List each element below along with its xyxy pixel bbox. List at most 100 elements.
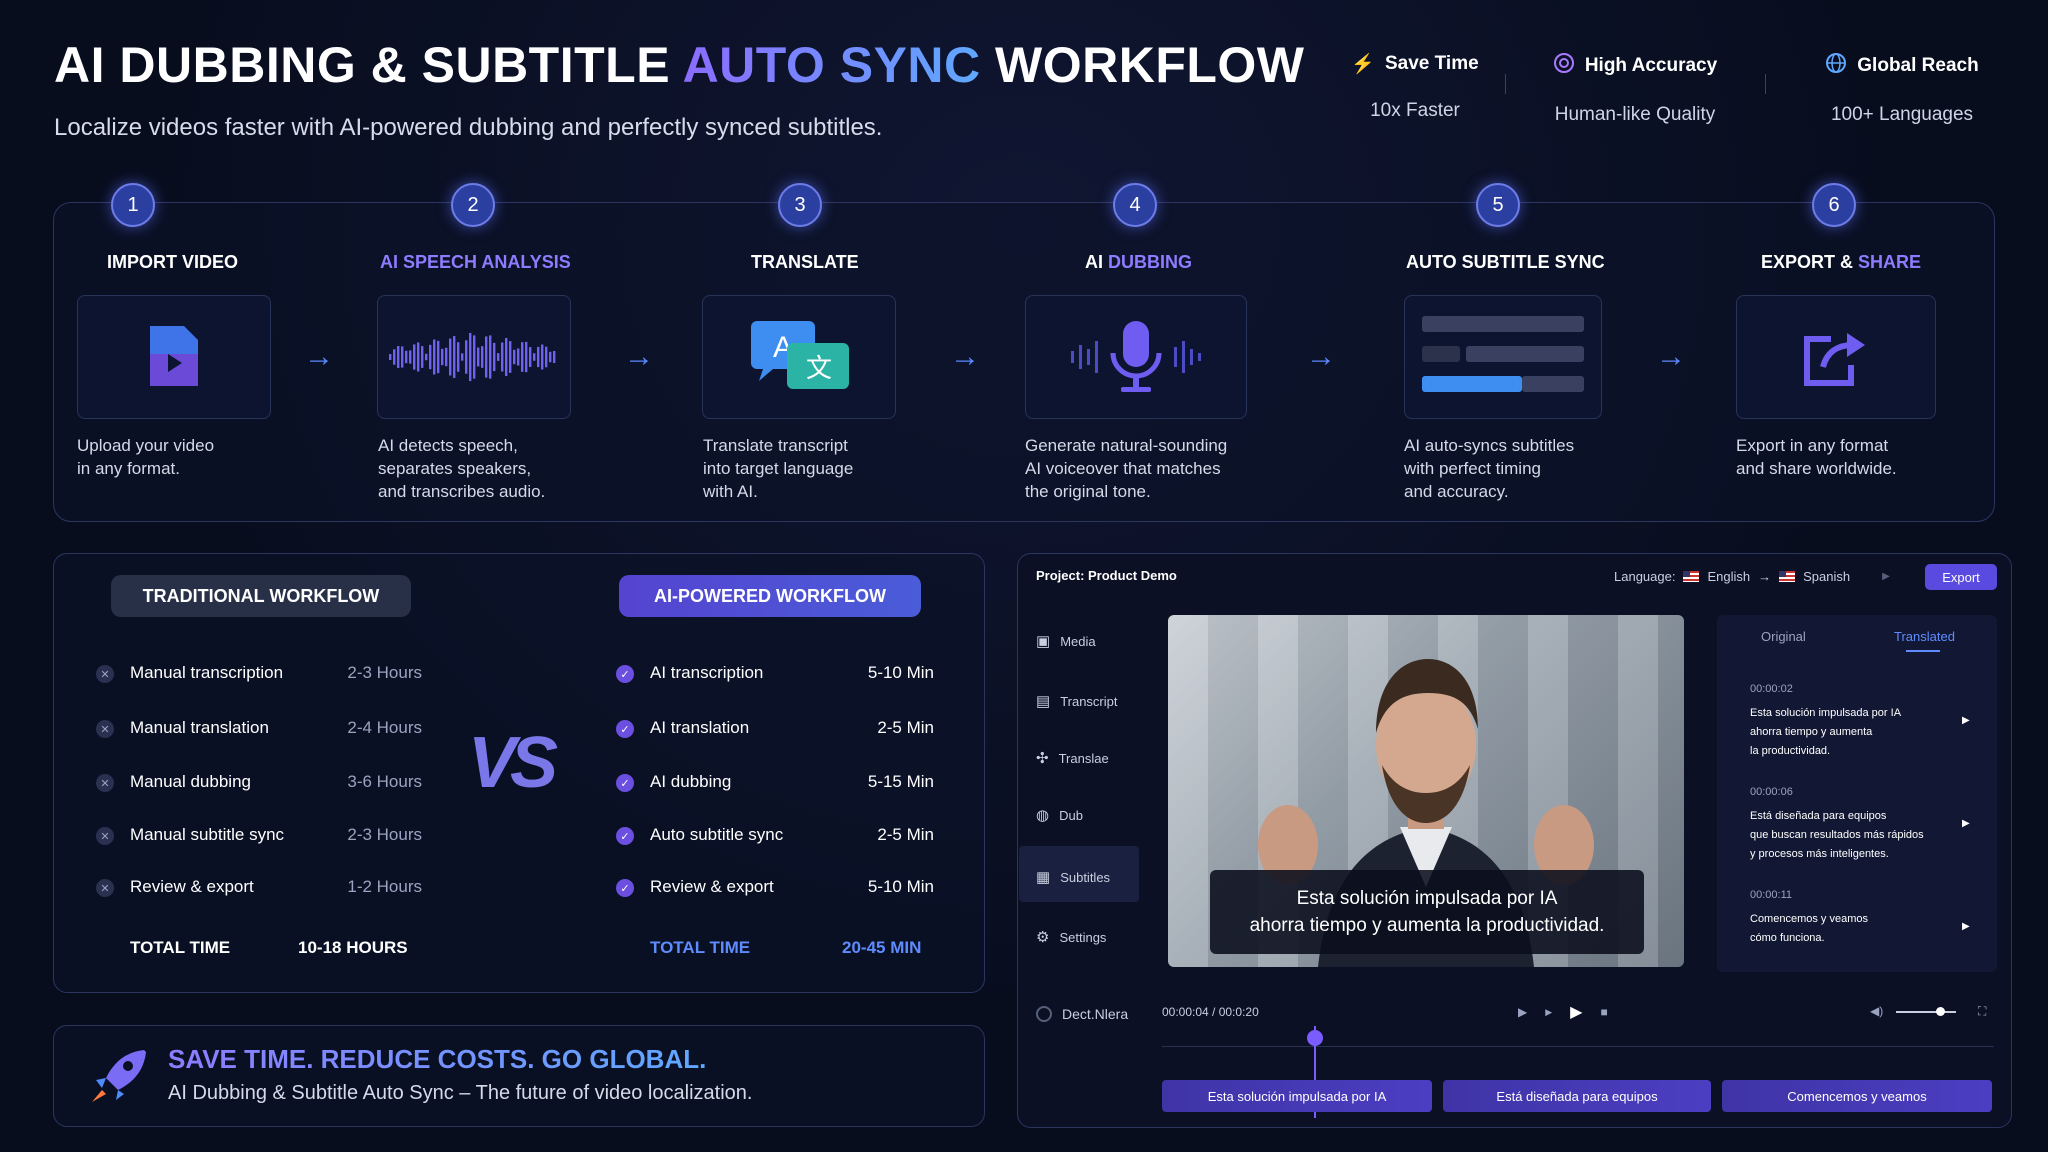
segment-play-icon[interactable]: ▶ bbox=[1962, 921, 1970, 932]
timecode: 00:00:04 / 00:0:20 bbox=[1162, 1005, 1259, 1019]
tab-underline bbox=[1906, 650, 1940, 652]
check-icon: ✓ bbox=[616, 879, 634, 897]
step-desc-5: AI auto-syncs subtitles with perfect tim… bbox=[1404, 436, 1575, 501]
arrow-right-icon: → bbox=[1656, 340, 1686, 373]
step-number-1: 1 bbox=[111, 183, 155, 227]
share-icon bbox=[1804, 333, 1865, 386]
sidebar-item-dub[interactable]: ◍ Dub bbox=[1036, 806, 1083, 824]
page-subtitle: Localize videos faster with AI-powered d… bbox=[54, 114, 883, 141]
ai-duration: 5-10 Min bbox=[867, 877, 934, 896]
cta-subtext: AI Dubbing & Subtitle Auto Sync – The fu… bbox=[168, 1082, 753, 1104]
ai-duration: 5-15 Min bbox=[867, 772, 934, 791]
video-preview[interactable]: Esta solución impulsada por IA ahorra ti… bbox=[1168, 615, 1684, 967]
traditional-duration: 3-6 Hours bbox=[347, 772, 422, 791]
video-file-icon bbox=[150, 326, 198, 386]
arrow-right-icon: → bbox=[1758, 569, 1772, 584]
segment-play-icon[interactable]: ▶ bbox=[1962, 818, 1970, 829]
traditional-duration: 2-3 Hours bbox=[347, 663, 422, 682]
segment-time: 00:00:06 bbox=[1750, 786, 1793, 798]
sidebar-item-subtitles[interactable]: ▦ Subtitles bbox=[1036, 868, 1110, 886]
feature-save-time: ⚡ Save Time 10x Faster bbox=[1351, 53, 1479, 121]
divider bbox=[1505, 74, 1506, 94]
translate-icon: A文 bbox=[751, 321, 849, 389]
sidebar-item-translae[interactable]: ✣ Translae bbox=[1036, 749, 1109, 767]
x-icon: ✕ bbox=[96, 774, 114, 792]
feature-global-reach: Global Reach 100+ Languages bbox=[1792, 52, 2012, 126]
tab-original[interactable]: Original bbox=[1761, 629, 1806, 644]
target-icon bbox=[1553, 52, 1575, 80]
us-flag-icon bbox=[1683, 571, 1700, 582]
sidebar-item-transcript[interactable]: ▤ Transcript bbox=[1036, 692, 1118, 710]
subtitle-overlay: Esta solución impulsada por IA ahorra ti… bbox=[1210, 870, 1644, 954]
step-title-1: IMPORT VIDEO bbox=[107, 252, 239, 272]
segment-text: Está diseñada para equipos que buscan re… bbox=[1750, 810, 1924, 860]
step-desc-2: AI detects speech, separates speakers, a… bbox=[378, 436, 546, 501]
check-icon: ✓ bbox=[616, 665, 634, 683]
traditional-task: Manual subtitle sync bbox=[130, 825, 285, 844]
rocket-icon bbox=[88, 1046, 150, 1111]
traditional-total-value: 10-18 HOURS bbox=[298, 938, 408, 957]
ai-workflow-label: AI-POWERED WORKFLOW bbox=[619, 575, 921, 617]
media-icon: ▣ bbox=[1036, 633, 1051, 650]
ai-task: AI dubbing bbox=[650, 772, 732, 791]
play-small-icon: ▶ bbox=[1882, 571, 1890, 582]
dub-icon: ◍ bbox=[1036, 807, 1050, 824]
globe-icon bbox=[1825, 52, 1847, 80]
traditional-duration: 1-2 Hours bbox=[347, 877, 422, 896]
traditional-task: Manual translation bbox=[130, 718, 269, 737]
prev-icon[interactable]: ▶ bbox=[1518, 1005, 1527, 1019]
ai-task: Review & export bbox=[650, 877, 774, 896]
x-icon: ✕ bbox=[96, 827, 114, 845]
traditional-task: Manual transcription bbox=[130, 663, 284, 682]
us-flag-icon bbox=[1779, 571, 1796, 582]
sidebar-item-media[interactable]: ▣ Media bbox=[1036, 632, 1096, 650]
timeline-clip[interactable]: Esta solución impulsada por IA bbox=[1162, 1080, 1432, 1112]
play-icon[interactable]: ▶ bbox=[1570, 1002, 1582, 1022]
cta-headline: SAVE TIME. REDUCE COSTS. GO GLOBAL. bbox=[168, 1044, 707, 1074]
step-title-2: AI SPEECH ANALYSIS bbox=[380, 252, 571, 272]
traditional-task: Manual dubbing bbox=[130, 772, 251, 791]
timeline-clip[interactable]: Comencemos y veamos bbox=[1722, 1080, 1992, 1112]
segment-text: Esta solución impulsada por IA ahorra ti… bbox=[1750, 707, 1902, 757]
traditional-duration: 2-3 Hours bbox=[347, 825, 422, 844]
step-number-4: 4 bbox=[1113, 183, 1157, 227]
playhead-handle[interactable] bbox=[1307, 1030, 1323, 1046]
check-icon: ✓ bbox=[616, 827, 634, 845]
transcript-icon: ▤ bbox=[1036, 693, 1051, 710]
x-icon: ✕ bbox=[96, 720, 114, 738]
fullscreen-icon[interactable]: ⛶ bbox=[1978, 1004, 1986, 1019]
tab-translated[interactable]: Translated bbox=[1894, 629, 1955, 644]
check-icon: ✓ bbox=[616, 720, 634, 738]
timeline-ruler bbox=[1162, 1046, 1994, 1047]
segment-play-icon[interactable]: ▶ bbox=[1962, 715, 1970, 726]
export-button[interactable]: Export bbox=[1925, 564, 1997, 590]
page-title: AI DUBBING & SUBTITLE AUTO SYNC WORKFLOW bbox=[54, 37, 1305, 93]
segment-text: Comencemos y veamos cómo funciona. bbox=[1750, 913, 1868, 944]
volume-icon[interactable]: ◀) bbox=[1870, 1004, 1883, 1018]
step-number-5: 5 bbox=[1476, 183, 1520, 227]
stop-icon[interactable]: ■ bbox=[1600, 1005, 1607, 1019]
segment-time: 00:00:11 bbox=[1750, 889, 1793, 901]
arrow-right-icon: → bbox=[1306, 340, 1336, 373]
traditional-duration: 2-4 Hours bbox=[347, 718, 422, 737]
step-title-5: AUTO SUBTITLE SYNC bbox=[1406, 252, 1605, 272]
microphone-icon bbox=[1071, 321, 1201, 392]
sidebar-item-settings[interactable]: ⚙ Settings bbox=[1036, 928, 1106, 946]
step-desc-1: Upload your video in any format. bbox=[77, 436, 215, 478]
traditional-total-label: TOTAL TIME bbox=[130, 938, 231, 957]
settings-icon: ⚙ bbox=[1036, 929, 1050, 946]
step-title-4: AI DUBBING bbox=[1085, 252, 1193, 272]
step-icon[interactable]: ▶ bbox=[1545, 1007, 1552, 1018]
language-selector[interactable]: Language: English → Spanish ▶ bbox=[1614, 569, 1890, 584]
step-number-2: 2 bbox=[451, 183, 495, 227]
cta-banner bbox=[53, 1025, 985, 1127]
feature-high-accuracy: High Accuracy Human-like Quality bbox=[1525, 52, 1745, 126]
volume-knob[interactable] bbox=[1936, 1007, 1945, 1016]
ai-total-value: 20-45 MIN bbox=[842, 938, 922, 957]
timeline-clip[interactable]: Está diseñada para equipos bbox=[1443, 1080, 1711, 1112]
volume-slider[interactable] bbox=[1896, 1011, 1956, 1013]
traditional-task: Review & export bbox=[130, 877, 254, 896]
project-name: Project: Product Demo bbox=[1036, 568, 1177, 583]
subtitle-bars-icon bbox=[1422, 316, 1584, 392]
divider bbox=[1765, 74, 1766, 94]
